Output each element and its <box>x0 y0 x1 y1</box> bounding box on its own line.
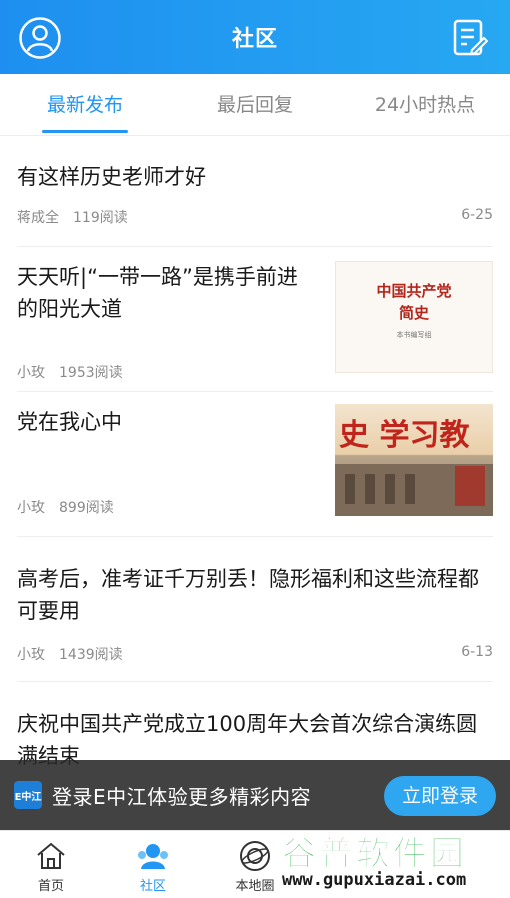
post-reads: 1953阅读 <box>59 365 123 381</box>
post-reads: 119阅读 <box>73 210 128 226</box>
post-list: 有这样历史老师才好 蒋成全 119阅读 6-25 天天听|“一带一路”是携手前进的… <box>0 137 510 802</box>
post-author: 小玫 <box>17 500 45 516</box>
nav-item-4[interactable] <box>306 831 408 898</box>
home-icon <box>37 842 65 869</box>
post-author: 蒋成全 <box>17 210 59 226</box>
book-cover-subtitle: 简史 <box>398 304 429 322</box>
page-title: 社区 <box>231 27 278 52</box>
post-title: 有这样历史老师才好 <box>17 165 206 189</box>
post-thumbnail: 中国共产党 简史 本书编写组 <box>335 261 493 373</box>
building-illustration <box>335 464 493 516</box>
post-title: 党在我心中 <box>17 410 122 434</box>
post-author: 小玫 <box>17 647 45 663</box>
login-prompt-bar: E中江 登录E中江体验更多精彩内容 立即登录 <box>0 760 510 830</box>
tab-latest[interactable]: 最新发布 <box>0 74 170 135</box>
nav-community-label: 社区 <box>139 879 166 894</box>
nav-home[interactable]: 首页 <box>0 831 102 898</box>
bottom-nav: 首页 社区 本地圈 <box>0 830 510 898</box>
planet-icon <box>240 841 270 871</box>
tab-24h-hot[interactable]: 24小时热点 <box>340 74 510 135</box>
list-item[interactable]: 天天听|“一带一路”是携手前进的阳光大道 小玫 1953阅读 中国共产党 简史 本… <box>17 247 493 392</box>
user-avatar-icon[interactable] <box>18 16 62 60</box>
tab-last-reply[interactable]: 最后回复 <box>170 74 340 135</box>
post-meta: 小玫 1439阅读 <box>17 644 137 664</box>
post-thumbnail: 史 学习教 <box>335 404 493 516</box>
list-item[interactable]: 高考后，准考证千万别丢！隐形福利和这些流程都可要用 小玫 1439阅读 6-13 <box>17 537 493 682</box>
app-header: 社区 <box>0 0 510 74</box>
post-title: 高考后，准考证千万别丢！隐形福利和这些流程都可要用 <box>17 567 479 623</box>
book-cover-publisher: 本书编写组 <box>396 331 432 339</box>
post-meta: 小玫 1953阅读 <box>17 362 137 382</box>
post-reads: 1439阅读 <box>59 647 123 663</box>
post-reads: 899阅读 <box>59 500 114 516</box>
app-logo: E中江 <box>14 781 42 809</box>
post-author: 小玫 <box>17 365 45 381</box>
community-icon <box>138 844 168 869</box>
post-meta: 蒋成全 119阅读 <box>17 207 142 227</box>
nav-home-label: 首页 <box>37 879 64 894</box>
post-date: 6-13 <box>461 644 493 660</box>
compose-icon[interactable] <box>452 18 489 58</box>
nav-community[interactable]: 社区 <box>102 831 204 898</box>
nav-local[interactable]: 本地圈 <box>204 831 306 898</box>
tab-bar: 最新发布 最后回复 24小时热点 <box>0 74 510 136</box>
login-button[interactable]: 立即登录 <box>384 776 496 816</box>
list-item[interactable]: 有这样历史老师才好 蒋成全 119阅读 6-25 <box>17 137 493 247</box>
list-item[interactable]: 党在我心中 小玫 899阅读 史 学习教 <box>17 392 493 537</box>
post-date: 6-25 <box>461 207 493 223</box>
book-cover-title: 中国共产党 <box>376 282 452 300</box>
nav-item-5[interactable] <box>408 831 510 898</box>
login-prompt-text: 登录E中江体验更多精彩内容 <box>52 784 312 809</box>
nav-local-label: 本地圈 <box>235 879 275 894</box>
post-title: 天天听|“一带一路”是携手前进的阳光大道 <box>17 265 298 321</box>
post-meta: 小玫 899阅读 <box>17 497 128 517</box>
